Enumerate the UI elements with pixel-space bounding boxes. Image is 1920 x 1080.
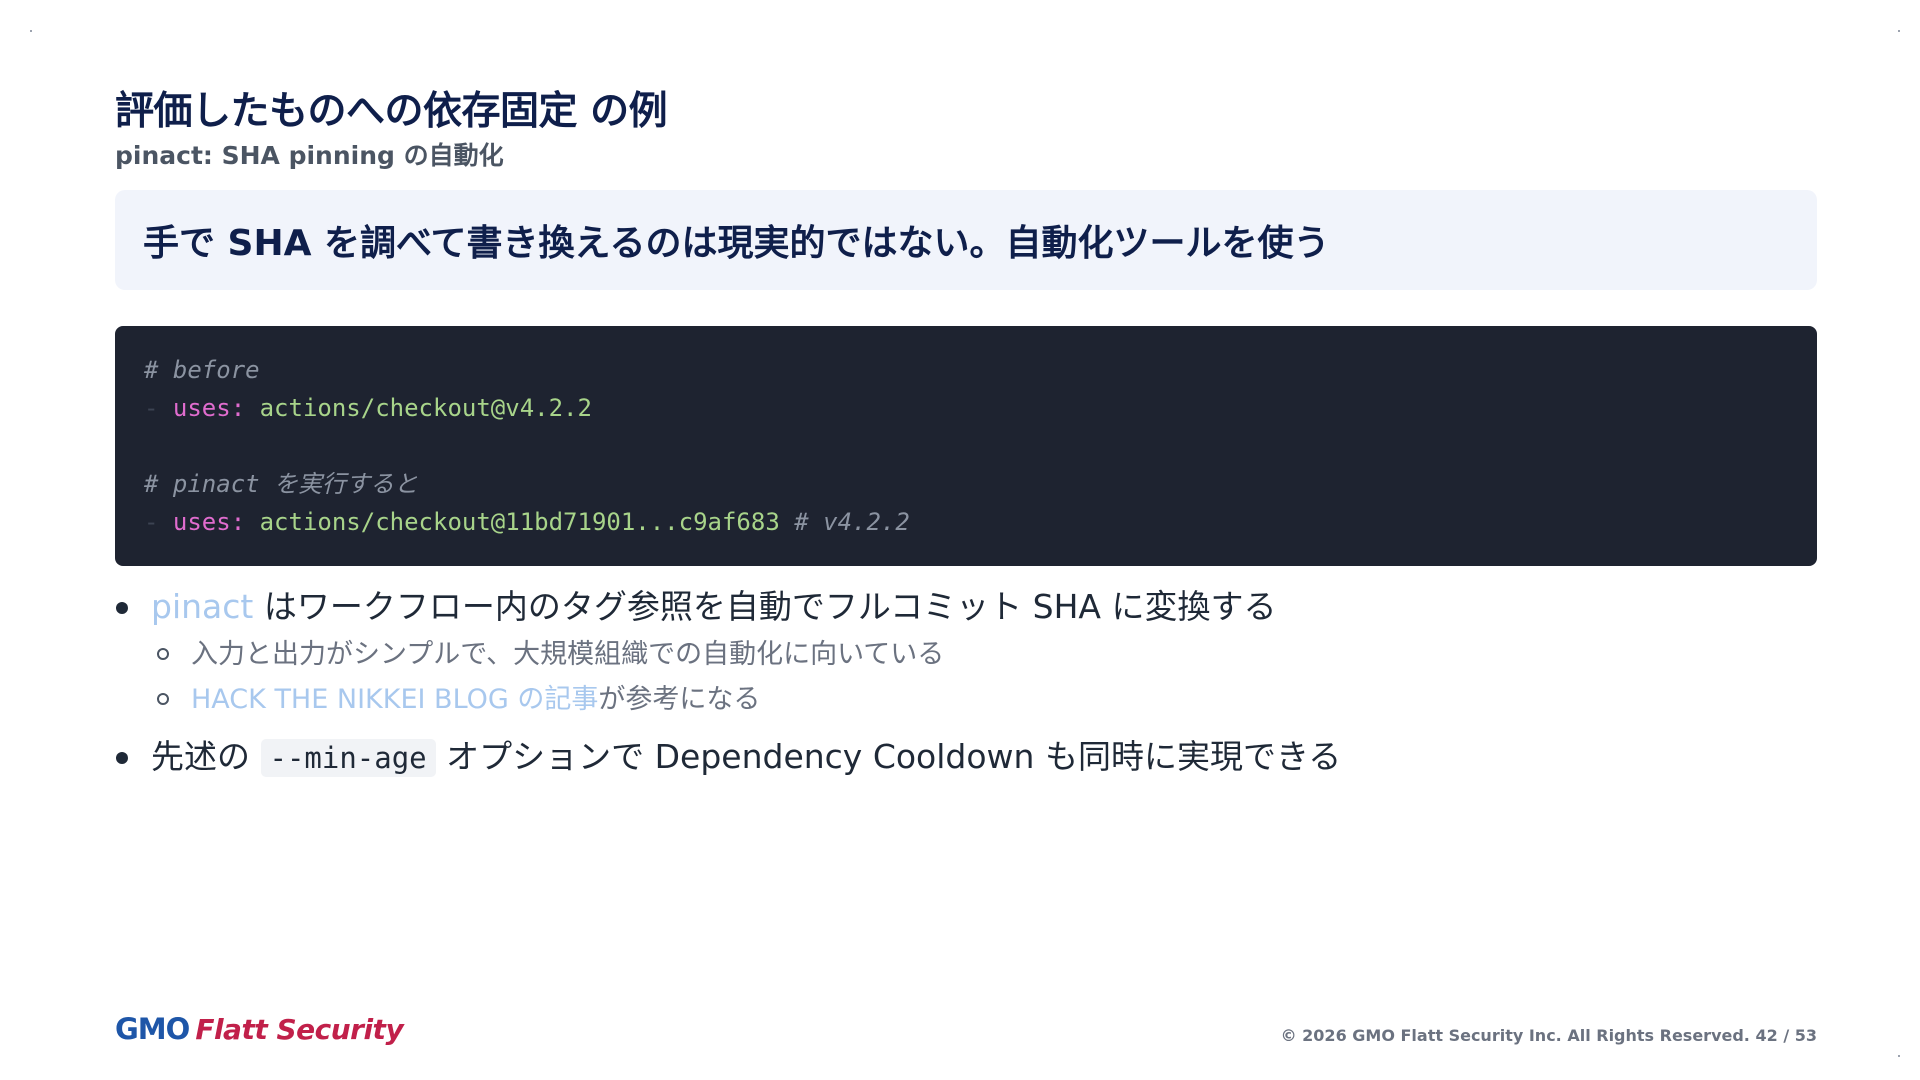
page-separator: /	[1783, 1026, 1790, 1045]
code-comment: # v4.2.2	[779, 508, 910, 536]
slide-title: 評価したものへの依存固定 の例	[115, 89, 668, 134]
company-logo: GMO Flatt Security	[115, 1012, 404, 1046]
bullet-text: 先述の	[151, 737, 261, 776]
code-line: # pinact を実行すると	[144, 465, 1788, 503]
corner-mark	[1898, 1055, 1900, 1057]
page-total: 53	[1794, 1026, 1817, 1045]
sub-list-item: 入力と出力がシンプルで、大規模組織での自動化に向いている	[115, 632, 1815, 677]
inline-code: --min-age	[260, 739, 436, 777]
code-line: # before	[144, 351, 1788, 389]
callout-box: 手で SHA を調べて書き換えるのは現実的ではない。自動化ツールを使う	[115, 190, 1817, 290]
bullet-text: はワークフロー内のタグ参照を自動でフルコミット SHA に変換する	[253, 587, 1277, 626]
sub-bullet-text: が参考になる	[598, 684, 761, 715]
nikkei-blog-link[interactable]: HACK THE NIKKEI BLOG の記事	[191, 684, 598, 715]
pinact-link[interactable]: pinact	[151, 587, 253, 626]
sub-list-item: HACK THE NIKKEI BLOG の記事が参考になる	[115, 677, 1815, 722]
copyright-text: © 2026 GMO Flatt Security Inc. All Right…	[1280, 1026, 1750, 1045]
code-line: - uses: actions/checkout@11bd71901...c9a…	[144, 503, 1788, 541]
list-item: 先述の --min-age オプションで Dependency Cooldown…	[115, 732, 1815, 782]
corner-mark	[30, 30, 32, 32]
page-current: 42	[1755, 1026, 1778, 1045]
logo-flatt-text: Flatt Security	[195, 1013, 404, 1046]
callout-text: 手で SHA を調べて書き換えるのは現実的ではない。自動化ツールを使う	[143, 223, 1330, 264]
slide-subtitle: pinact: SHA pinning の自動化	[115, 141, 504, 170]
code-key: uses:	[172, 508, 246, 536]
code-value: actions/checkout@v4.2.2	[245, 394, 592, 422]
code-comment: # pinact を実行すると	[144, 470, 419, 498]
footer: © 2026 GMO Flatt Security Inc. All Right…	[1281, 1026, 1817, 1045]
sub-bullet-text: 入力と出力がシンプルで、大規模組織での自動化に向いている	[191, 639, 945, 670]
bullet-text: オプションで Dependency Cooldown も同時に実現できる	[435, 737, 1342, 776]
code-line: - uses: actions/checkout@v4.2.2	[144, 389, 1788, 427]
list-item: pinact はワークフロー内のタグ参照を自動でフルコミット SHA に変換する	[115, 582, 1815, 632]
code-comment: # before	[144, 356, 260, 384]
code-block: # before - uses: actions/checkout@v4.2.2…	[115, 326, 1817, 566]
bullet-list: pinact はワークフロー内のタグ参照を自動でフルコミット SHA に変換する…	[115, 582, 1815, 782]
code-key: uses:	[172, 394, 246, 422]
code-dash: -	[144, 508, 173, 536]
logo-gmo-text: GMO	[115, 1012, 190, 1046]
slide: 評価したものへの依存固定 の例 pinact: SHA pinning の自動化…	[0, 0, 1920, 1080]
corner-mark	[1898, 30, 1900, 32]
code-value: actions/checkout@11bd71901...c9af683	[245, 508, 780, 536]
code-dash: -	[144, 394, 173, 422]
